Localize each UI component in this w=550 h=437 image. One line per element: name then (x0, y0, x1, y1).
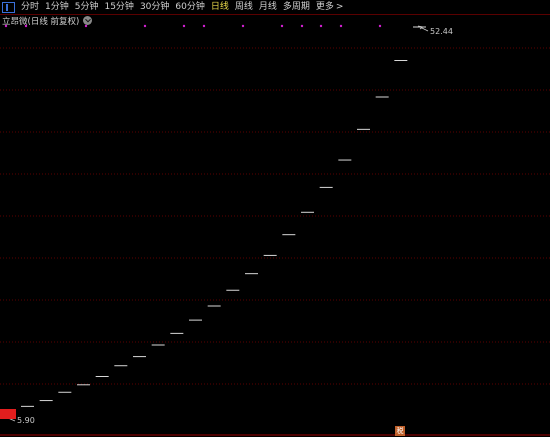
event-markers (4, 24, 382, 28)
event-marker-dot (202, 24, 206, 28)
event-marker-dot (280, 24, 284, 28)
event-marker-dot (319, 24, 323, 28)
event-marker-dot (300, 24, 304, 28)
candlestick-chart[interactable] (0, 0, 550, 437)
grid-lines (0, 47, 550, 436)
price-bars (21, 26, 426, 407)
event-marker-dot (24, 24, 28, 28)
event-marker-dot (143, 24, 147, 28)
event-marker-dot (84, 24, 88, 28)
volume-indicator (0, 409, 16, 419)
event-marker-dot (339, 24, 343, 28)
low-price-label: 5.90 (17, 416, 35, 425)
high-price-label: 52.44 (430, 27, 453, 36)
high-arrow-icon (419, 26, 429, 32)
event-marker-dot (4, 24, 8, 28)
event-marker-dot (182, 24, 186, 28)
price-annotations (7, 25, 429, 422)
event-marker-dot (378, 24, 382, 28)
tax-badge[interactable]: 税 (395, 426, 405, 436)
event-marker-dot (241, 24, 245, 28)
